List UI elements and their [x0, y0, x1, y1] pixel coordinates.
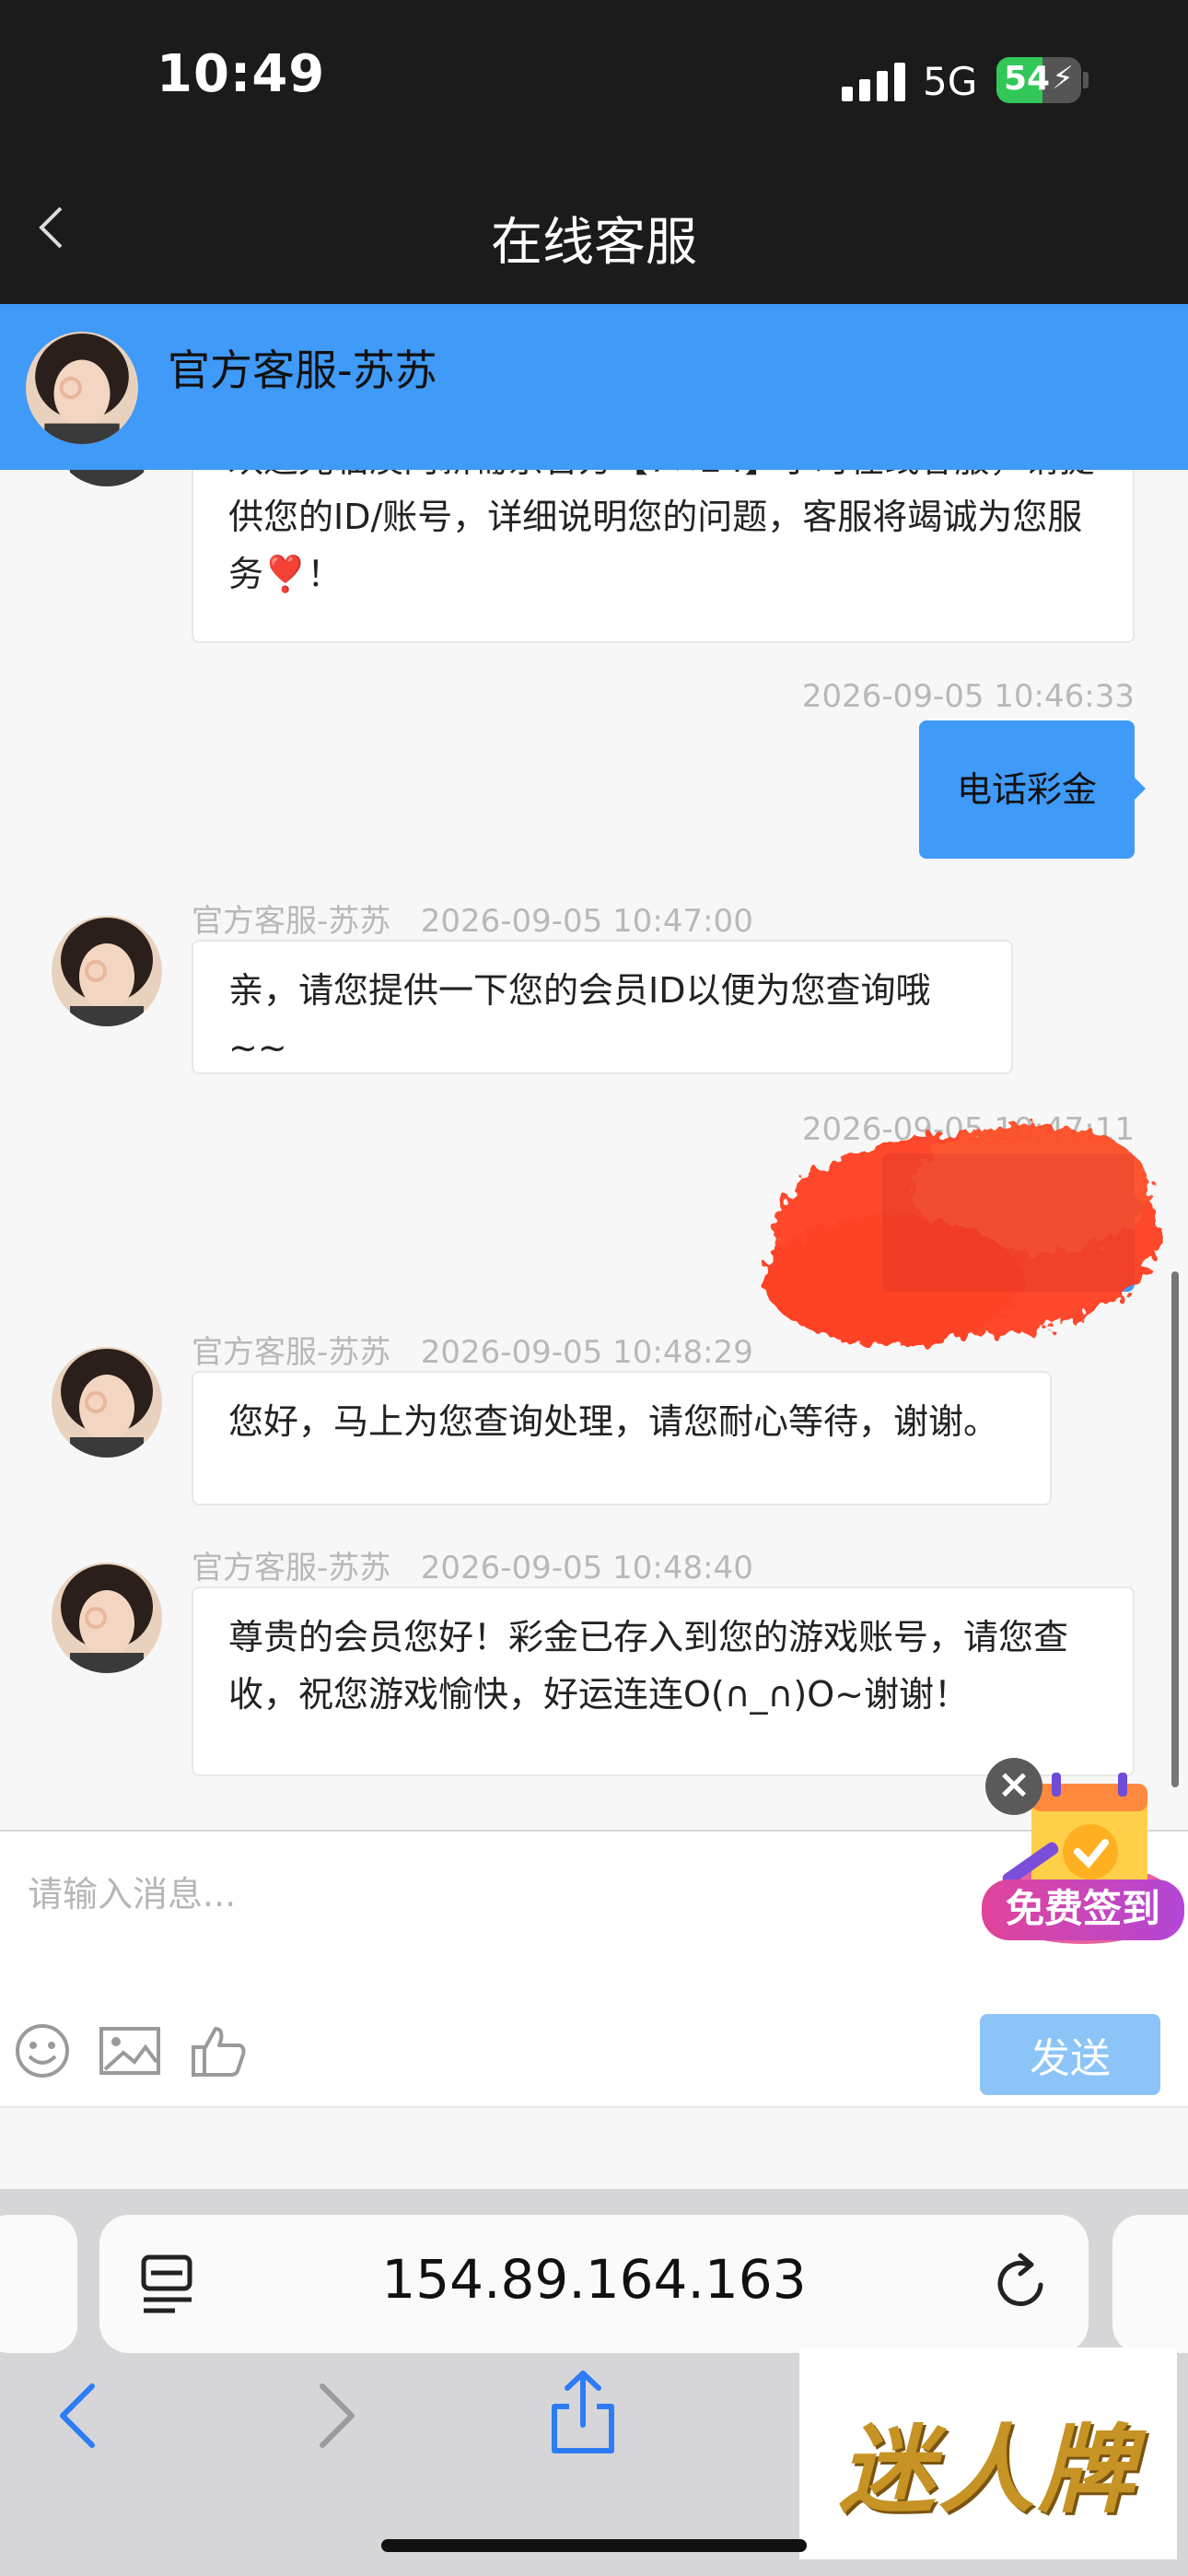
promo-label[interactable]: 免费签到 — [982, 1879, 1184, 1940]
message-meta: 官方客服-苏苏 2026-09-05 10:48:40 — [192, 1542, 753, 1587]
message-timestamp: 2026-09-05 10:47:00 — [420, 903, 753, 940]
avatar-image — [52, 1563, 162, 1673]
agent-name: 官方客服-苏苏 — [168, 345, 437, 395]
redaction-scribble — [764, 1124, 1160, 1345]
charging-icon: ⚡ — [1052, 60, 1074, 97]
agent-message-bubble: 尊贵的会员您好！彩金已存入到您的游戏账号，请您查收，祝您游戏愉快，好运连连O(∩… — [192, 1587, 1135, 1776]
signal-icon — [842, 63, 906, 101]
bubble-tail — [1133, 776, 1146, 802]
battery-cap — [1083, 72, 1089, 88]
message-timestamp: 2026-09-05 10:46:33 — [801, 678, 1135, 715]
watermark-logo: 迷人牌 — [838, 2414, 1137, 2526]
send-button[interactable]: 发送 — [980, 2014, 1160, 2095]
agent-avatar — [52, 1563, 162, 1673]
message-text: 您好，马上为您查询处理，请您耐心等待，谢谢。 — [228, 1401, 999, 1442]
avatar-image — [52, 1347, 162, 1458]
user-message-bubble: 电话彩金 — [919, 720, 1135, 859]
sender-name: 官方客服-苏苏 — [192, 903, 391, 940]
agent-avatar — [26, 332, 138, 444]
reload-icon[interactable] — [989, 2250, 1054, 2318]
message-text: 尊贵的会员您好！彩金已存入到您的游戏账号，请您查收，祝您游戏愉快，好运连连O(∩… — [228, 1617, 1069, 1715]
scrollbar-thumb[interactable] — [1171, 1271, 1179, 1787]
emoji-icon[interactable] — [13, 2021, 72, 2080]
home-indicator[interactable] — [381, 2539, 807, 2552]
agent-message-bubble: 您好，马上为您查询处理，请您耐心等待，谢谢。 — [192, 1371, 1052, 1505]
message-timestamp: 2026-09-05 10:48:40 — [420, 1550, 753, 1587]
network-label: 5G — [923, 59, 978, 104]
browser-forward-icon[interactable] — [317, 2383, 357, 2449]
message-text: 亲，请您提供一下您的会员ID以便为您查询哦~~ — [228, 970, 931, 1068]
message-timestamp: 2026-09-05 10:48:29 — [420, 1334, 753, 1371]
agent-avatar — [52, 1347, 162, 1458]
previous-tab[interactable] — [0, 2215, 77, 2353]
sender-name: 官方客服-苏苏 — [192, 1550, 391, 1587]
next-tab[interactable] — [1112, 2215, 1188, 2353]
message-meta: 官方客服-苏苏 2026-09-05 10:47:00 — [192, 896, 753, 941]
agent-message-bubble: 亲，请您提供一下您的会员ID以便为您查询哦~~ — [192, 940, 1013, 1074]
reader-icon[interactable] — [138, 2252, 197, 2316]
close-icon[interactable]: × — [985, 1758, 1042, 1815]
url-text[interactable]: 154.89.164.163 — [99, 2248, 1089, 2311]
sender-name: 官方客服-苏苏 — [192, 1334, 391, 1371]
message-text: 电话彩金 — [956, 769, 1097, 810]
image-icon[interactable] — [98, 2021, 162, 2080]
thumbs-up-icon[interactable] — [190, 2021, 249, 2080]
agent-avatar — [52, 916, 162, 1026]
message-meta: 官方客服-苏苏 2026-09-05 10:48:29 — [192, 1327, 753, 1372]
browser-back-icon[interactable] — [57, 2383, 98, 2449]
share-icon[interactable] — [549, 2370, 617, 2454]
battery-level: 54 — [1004, 60, 1051, 98]
page-title: 在线客服 — [491, 213, 697, 273]
battery-indicator: 54 ⚡ — [996, 57, 1081, 103]
avatar-image — [52, 916, 162, 1026]
message-input[interactable] — [28, 1857, 949, 1931]
status-time: 10:49 — [157, 44, 326, 104]
agent-header: 官方客服-苏苏 — [0, 304, 1188, 470]
